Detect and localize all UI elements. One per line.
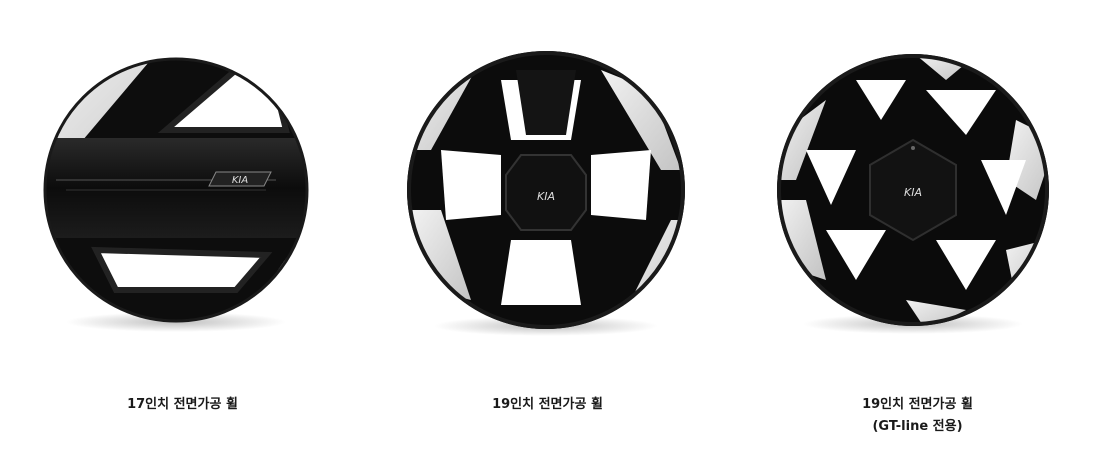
wheel-caption-title: 17인치 전면가공 휠 [127,397,238,412]
wheel-image-19-inch: KIA [401,40,691,340]
wheel-image-17-inch: KIA [36,40,326,340]
kia-logo-icon: KIA [232,175,249,186]
wheel-options-gallery: KIA 17인치 전면가공 휠 KIA 19인치 전면가공 휠 KIA 19인치… [0,0,1096,455]
wheel-option-17-inch[interactable]: KIA 17인치 전면가공 휠 [0,0,365,455]
kia-logo-icon: KIA [537,190,555,203]
wheel-19-gt-graphic: KIA [777,54,1049,334]
wheel-option-19-inch[interactable]: KIA 19인치 전면가공 휠 [365,0,730,455]
wheel-caption: 17인치 전면가공 휠 [0,394,365,416]
wheel-caption-title: 19인치 전면가공 휠 [862,397,973,412]
wheel-image-19-inch-gt-line: KIA [766,40,1056,340]
wheel-19-graphic: KIA [407,51,685,336]
wheel-17-graphic: KIA [43,57,309,332]
kia-logo-icon: KIA [904,186,922,199]
wheel-caption: 19인치 전면가공 휠 [365,394,730,416]
wheel-option-19-inch-gt-line[interactable]: KIA 19인치 전면가공 휠 (GT-line 전용) [730,0,1095,455]
wheel-caption: 19인치 전면가공 휠 (GT-line 전용) [735,394,1096,438]
wheel-caption-subtitle: (GT-line 전용) [872,419,963,434]
wheel-caption-title: 19인치 전면가공 휠 [492,397,603,412]
